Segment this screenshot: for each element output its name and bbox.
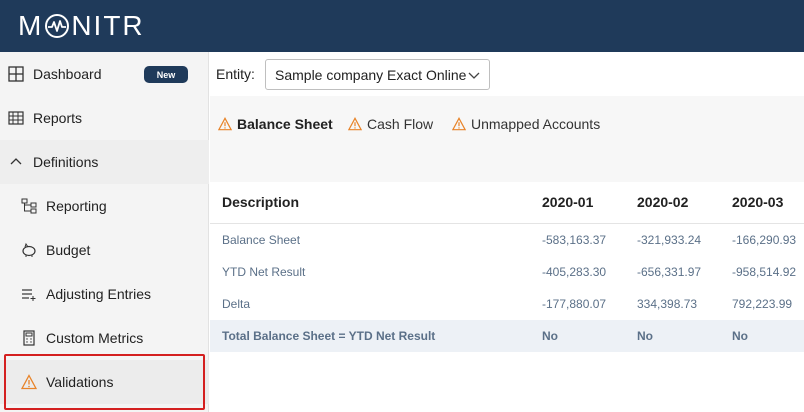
row-description: Delta [222,297,251,311]
entity-label: Entity: [216,66,255,82]
piggy-bank-icon [20,241,38,259]
table-row: YTD Net Result -405,283.30 -656,331.97 -… [210,256,804,288]
hierarchy-icon [20,197,38,215]
sidebar-item-label: Budget [46,242,91,258]
monitr-logo[interactable]: M NITR [18,10,145,42]
sidebar-item-label: Custom Metrics [46,330,144,346]
sidebar-item-validations[interactable]: Validations [0,360,209,404]
logo-o-heartbeat-icon [45,14,70,38]
sidebar-item-definitions[interactable]: Definitions [0,140,209,184]
column-header-2020-01: 2020-01 [542,194,594,210]
top-bar: M NITR [0,0,804,52]
column-header-description: Description [222,194,300,210]
warning-icon [20,373,38,391]
cell-2020-03: -958,514.92 [732,265,797,279]
warning-icon [452,117,466,131]
tab-label: Balance Sheet [237,116,333,132]
table-icon [7,109,25,127]
sidebar-item-reports[interactable]: Reports [0,96,209,140]
tabs-strip: Balance Sheet Cash Flow Unmapped Account… [210,96,804,196]
chevron-up-icon [7,153,25,171]
sidebar-item-label: Definitions [33,154,99,170]
sidebar-item-label: Adjusting Entries [46,286,152,302]
main-content: Entity: Sample company Exact Online Bala… [210,52,804,412]
validation-table: Description 2020-01 2020-02 2020-03 Bala… [210,182,804,412]
cell-2020-02: -321,933.24 [637,233,702,247]
tab-label: Unmapped Accounts [471,116,601,132]
cell-2020-03: -166,290.93 [732,233,797,247]
table-row-total: Total Balance Sheet = YTD Net Result No … [210,320,804,352]
sidebar-item-label: Validations [46,374,114,390]
warning-icon [218,117,232,131]
tab-label: Cash Flow [367,116,434,132]
sidebar: Dashboard New Reports Definitions Report… [0,52,209,412]
column-header-2020-03: 2020-03 [732,194,784,210]
sidebar-item-custom-metrics[interactable]: Custom Metrics [0,316,209,360]
sidebar-item-dashboard[interactable]: Dashboard New [0,52,209,96]
new-badge: New [144,66,188,83]
sidebar-item-budget[interactable]: Budget [0,228,209,272]
tab-cash-flow[interactable]: Cash Flow [348,108,433,140]
list-plus-icon [20,285,38,303]
sidebar-item-reporting[interactable]: Reporting [0,184,209,228]
sidebar-item-label: Reporting [46,198,107,214]
table-header: Description 2020-01 2020-02 2020-03 [210,182,804,224]
warning-icon [348,117,362,131]
cell-2020-02: No [637,329,653,343]
entity-select[interactable]: Sample company Exact Online [265,59,490,90]
table-row: Delta -177,880.07 334,398.73 792,223.99 [210,288,804,320]
cell-2020-01: -405,283.30 [542,265,607,279]
row-description: Total Balance Sheet = YTD Net Result [222,329,436,343]
calculator-icon [20,329,38,347]
tab-balance-sheet[interactable]: Balance Sheet [218,108,333,140]
row-description: YTD Net Result [222,265,306,279]
column-header-2020-02: 2020-02 [637,194,689,210]
logo-text-end: NITR [71,10,145,41]
logo-text-start: M [18,10,44,41]
cell-2020-01: -177,880.07 [542,297,607,311]
cell-2020-03: No [732,329,748,343]
sidebar-item-label: Reports [33,110,83,126]
entity-selected-value: Sample company Exact Online [275,66,467,83]
cell-2020-03: 792,223.99 [732,297,793,311]
cell-2020-01: No [542,329,558,343]
chevron-down-icon [467,68,481,85]
cell-2020-01: -583,163.37 [542,233,607,247]
tab-unmapped-accounts[interactable]: Unmapped Accounts [452,108,600,140]
cell-2020-02: -656,331.97 [637,265,702,279]
sidebar-item-label: Dashboard [33,66,102,82]
row-description: Balance Sheet [222,233,301,247]
table-row: Balance Sheet -583,163.37 -321,933.24 -1… [210,224,804,256]
sidebar-item-adjusting-entries[interactable]: Adjusting Entries [0,272,209,316]
dashboard-grid-icon [7,65,25,83]
entity-bar: Entity: Sample company Exact Online [210,52,804,96]
cell-2020-02: 334,398.73 [637,297,698,311]
